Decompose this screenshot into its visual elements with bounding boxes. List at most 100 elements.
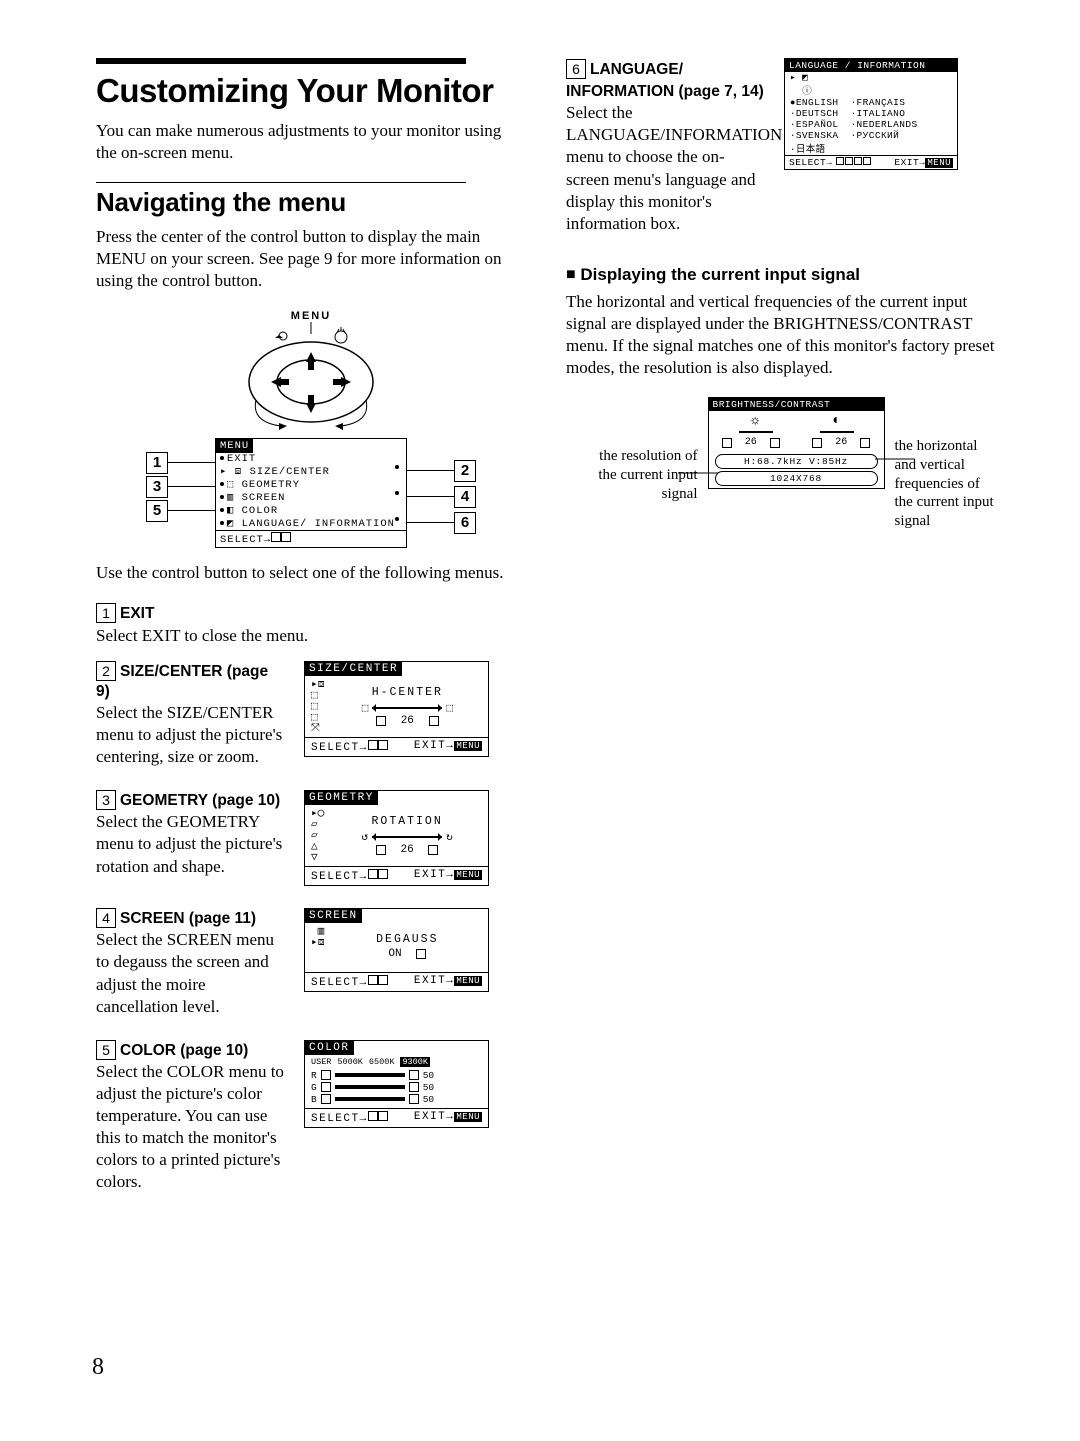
menu-item-block: 1EXIT Select EXIT to close the menu. — [96, 603, 526, 647]
callout-5: 5 — [146, 500, 168, 522]
item-desc-lang: Select the LANGUAGE/INFORMATION menu to … — [566, 103, 782, 232]
subsection-heading: ■ Displaying the current input signal — [566, 265, 996, 285]
lang-option: ITALIANO — [857, 108, 906, 119]
lang-option: ESPAÑOL — [796, 119, 839, 130]
osd-title: BRIGHTNESS/CONTRAST — [709, 398, 884, 411]
item-title-screen: SCREEN (page 11) — [120, 910, 256, 927]
item-desc-geom: Select the GEOMETRY menu to adjust the p… — [96, 812, 282, 875]
select-hint: SELECT→ — [311, 742, 368, 754]
section-rule — [96, 182, 466, 183]
geometry-osd: GEOMETRY ▸◯▱▱△▽ ROTATION ↺ ↻ 26 SELECT→E… — [304, 790, 489, 886]
osd-value: 26 — [401, 715, 414, 727]
color-preset: 6500K — [369, 1057, 395, 1067]
exit-hint: EXIT→ — [414, 740, 455, 752]
callout-4: 4 — [454, 486, 476, 508]
brightness-contrast-figure: the resolution of the current input sign… — [596, 397, 996, 531]
callout-6: 6 — [454, 512, 476, 534]
size-center-osd: SIZE/CENTER ▸⧈⬚⬚⬚⤧ H-CENTER ⬚ ⬚ 26 SELEC… — [304, 661, 489, 757]
callout-2: 2 — [454, 460, 476, 482]
menu-badge: MENU — [454, 741, 482, 751]
menu-item-block: 5COLOR (page 10) Select the COLOR menu t… — [96, 1040, 526, 1194]
callout-line — [678, 463, 868, 483]
lang-option: NEDERLANDS — [857, 119, 918, 130]
lang-option: РУССКИЙ — [857, 130, 900, 141]
color-osd: COLOR USER 5000K 6500K 9300K R50 G50 B50… — [304, 1040, 489, 1128]
menu-item-block: 2SIZE/CENTER (page 9) Select the SIZE/CE… — [96, 661, 526, 769]
lang-option: FRANÇAIS — [857, 97, 906, 108]
item-title-lang: LANGUAGE/ INFORMATION (page 7, 14) — [566, 61, 764, 100]
menu-badge: MENU — [454, 870, 482, 880]
language-osd: LANGUAGE / INFORMATION ▸ ◩ ⓘ ●ENGLISH ·F… — [784, 58, 958, 170]
callout-1: 1 — [146, 452, 168, 474]
osd-title: SCREEN — [305, 909, 362, 923]
main-menu-osd: MENU EXIT ▸ ⧈ SIZE/CENTER ⬚ GEOMETRY ▥ S… — [215, 438, 407, 548]
menu-item-block: 4SCREEN (page 11) Select the SCREEN menu… — [96, 908, 526, 1018]
menu-item-block: 3GEOMETRY (page 10) Select the GEOMETRY … — [96, 790, 526, 886]
osd-value: ON — [388, 948, 401, 960]
control-button-illustration — [221, 322, 401, 432]
color-value: 50 — [423, 1082, 434, 1093]
item-num-5: 5 — [96, 1040, 116, 1060]
item-num-2: 2 — [96, 661, 116, 681]
color-value: 50 — [423, 1094, 434, 1105]
color-channel: B — [311, 1094, 317, 1105]
exit-hint: EXIT→ — [414, 1111, 455, 1123]
menu-item-size: SIZE/CENTER — [250, 466, 330, 478]
select-hint: SELECT→ — [789, 157, 832, 168]
osd-title: LANGUAGE / INFORMATION — [785, 59, 957, 72]
use-control: Use the control button to select one of … — [96, 562, 526, 584]
menu-item-screen: SCREEN — [242, 492, 286, 504]
title-rule — [96, 58, 466, 64]
page-title: Customizing Your Monitor — [96, 72, 526, 110]
lang-option: SVENSKA — [796, 130, 839, 141]
item-desc-size: Select the SIZE/CENTER menu to adjust th… — [96, 703, 282, 766]
item-num-1: 1 — [96, 603, 116, 623]
screen-osd: SCREEN ▥▸⧈ DEGAUSS ON SELECT→EXIT→MENU — [304, 908, 489, 992]
menu-badge: MENU — [925, 158, 953, 168]
contrast-value: 26 — [835, 437, 847, 448]
color-value: 50 — [423, 1070, 434, 1081]
osd-title: MENU — [216, 439, 253, 453]
item-title-geom: GEOMETRY (page 10) — [120, 792, 280, 809]
osd-param-label: DEGAUSS — [311, 933, 482, 946]
menu-item-geom: GEOMETRY — [242, 479, 300, 491]
menu-label: MENU — [96, 310, 526, 322]
item-num-6: 6 — [566, 59, 586, 79]
osd-value: 26 — [401, 844, 414, 856]
select-hint: SELECT→ — [311, 871, 368, 883]
exit-hint: EXIT→ — [894, 157, 925, 168]
item-desc-screen: Select the SCREEN menu to degauss the sc… — [96, 930, 274, 1015]
exit-hint: EXIT→ — [414, 869, 455, 881]
lang-option: ENGLISH — [796, 97, 839, 108]
osd-title: SIZE/CENTER — [305, 662, 402, 676]
section-heading: Navigating the menu — [96, 187, 526, 218]
main-menu-callout: 1 3 5 2 4 6 MENU EXIT ▸ ⧈ SIZE/CENTER ⬚ … — [146, 438, 476, 548]
lang-option: DEUTSCH — [796, 108, 839, 119]
select-hint: SELECT→ — [311, 1113, 368, 1125]
item-desc-exit: Select EXIT to close the menu. — [96, 625, 526, 647]
item-num-4: 4 — [96, 908, 116, 928]
menu-item-lang: LANGUAGE/ INFORMATION — [242, 518, 395, 530]
menu-badge: MENU — [454, 976, 482, 986]
select-hint: SELECT→ — [220, 534, 271, 546]
lang-option: 日本語 — [796, 144, 826, 155]
osd-title: COLOR — [305, 1041, 354, 1055]
menu-badge: MENU — [454, 1112, 482, 1122]
callout-line — [875, 449, 915, 469]
color-channel: G — [311, 1082, 317, 1093]
color-preset-selected: 9300K — [400, 1057, 430, 1067]
signal-text: The horizontal and vertical frequencies … — [566, 291, 996, 379]
osd-title: GEOMETRY — [305, 791, 378, 805]
item-desc-color: Select the COLOR menu to adjust the pict… — [96, 1062, 284, 1191]
item-num-3: 3 — [96, 790, 116, 810]
color-preset: USER — [311, 1057, 331, 1067]
item-title-color: COLOR (page 10) — [120, 1042, 248, 1059]
intro-text: You can make numerous adjustments to you… — [96, 120, 526, 164]
brightness-value: 26 — [745, 437, 757, 448]
color-preset: 5000K — [337, 1057, 363, 1067]
item-title-exit: EXIT — [120, 605, 154, 622]
osd-param-label: H-CENTER — [311, 686, 482, 699]
menu-item-color: COLOR — [242, 505, 279, 517]
menu-item-exit: EXIT — [227, 453, 256, 465]
select-hint: SELECT→ — [311, 977, 368, 989]
